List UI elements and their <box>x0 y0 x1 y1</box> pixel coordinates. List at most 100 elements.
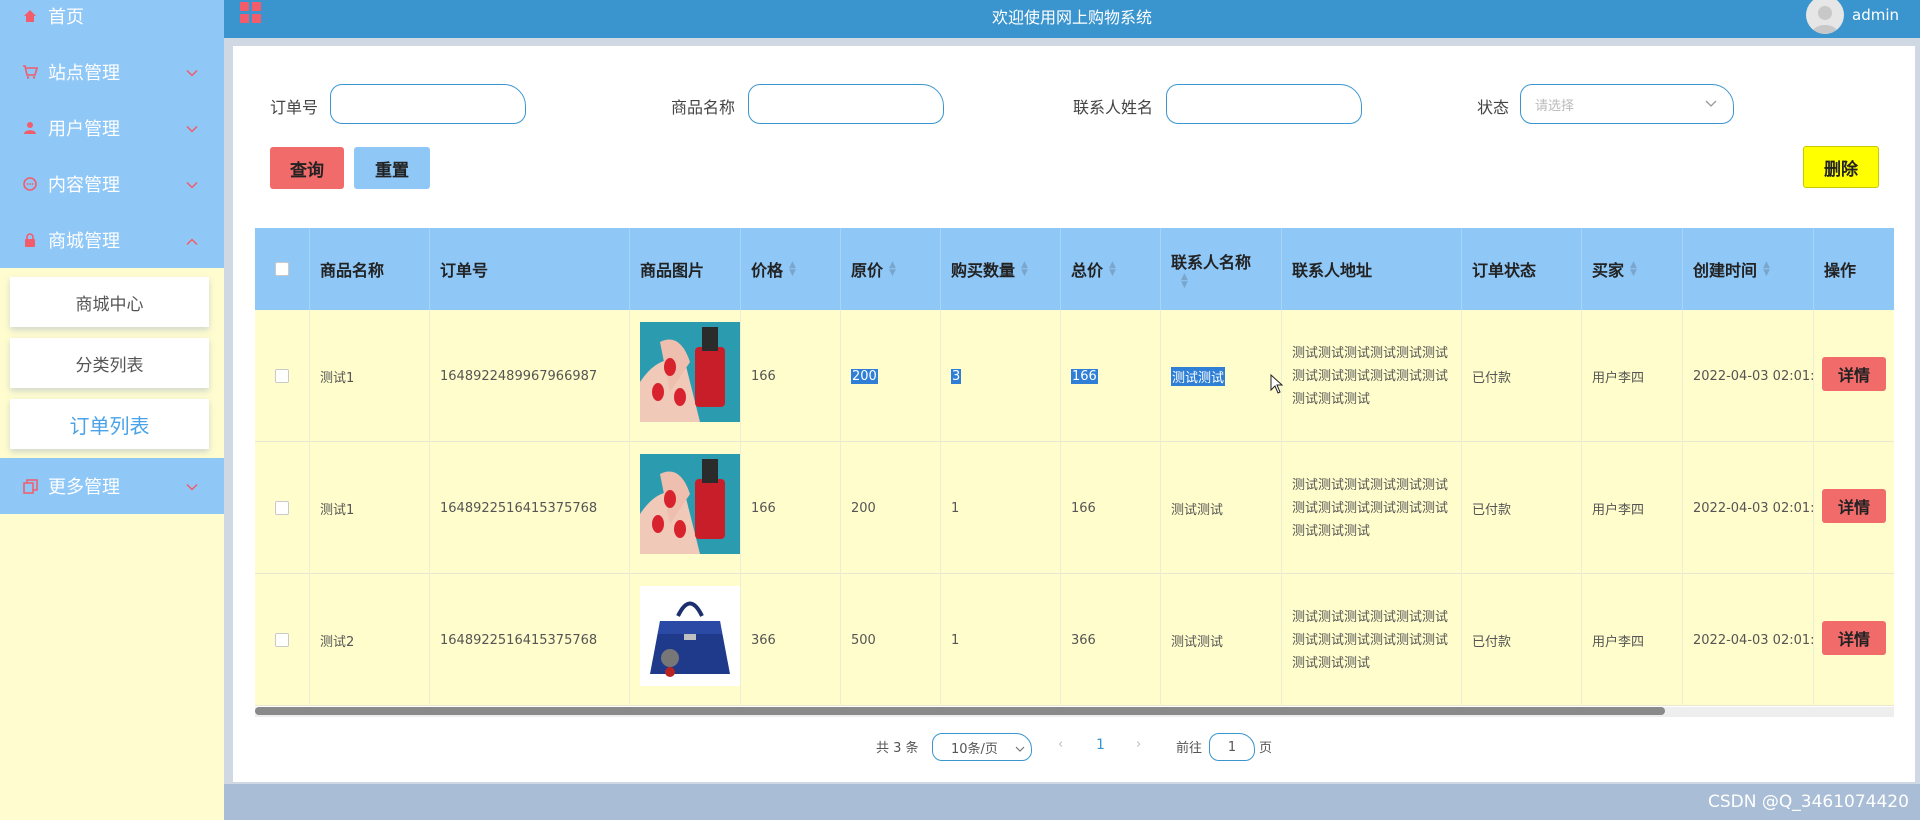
row-select-cell <box>255 310 310 442</box>
select-all-cell <box>255 228 310 310</box>
table-row: 测试1 1648922516415375768 166 200 1 166 测试… <box>255 442 1894 574</box>
chevron-down-icon <box>1705 97 1717 112</box>
col-orig-price[interactable]: 原价 ▲ ▼ <box>841 228 941 310</box>
cell-total: 366 <box>1061 574 1161 706</box>
table-row: 测试1 1648922489967966987 166 200 3 166 测试… <box>255 310 1894 442</box>
sort-icon[interactable]: ▲ ▼ <box>789 261 796 278</box>
top-header: 欢迎使用网上购物系统 admin <box>224 0 1920 38</box>
product-image-handbag[interactable] <box>640 586 740 686</box>
col-orig-price-label: 原价 <box>851 261 884 280</box>
status-label: 状态 <box>1477 98 1510 117</box>
chevron-down-icon <box>186 174 198 195</box>
cell-total: 166 <box>1061 310 1161 442</box>
cell-contact: 测试测试 <box>1161 442 1282 574</box>
sidebar-item-label: 用户管理 <box>48 119 120 140</box>
col-created[interactable]: 创建时间 ▲ ▼ <box>1683 228 1814 310</box>
cell-status: 已付款 <box>1462 574 1582 706</box>
row-checkbox[interactable] <box>275 369 289 383</box>
query-button[interactable]: 查询 <box>270 147 344 189</box>
chevron-down-icon <box>186 118 198 139</box>
copy-icon <box>22 478 38 494</box>
detail-button[interactable]: 详情 <box>1822 357 1886 391</box>
cell-image <box>630 574 741 706</box>
product-image-nail-polish[interactable] <box>640 322 740 422</box>
cell-image <box>630 442 741 574</box>
cell-qty: 1 <box>941 574 1061 706</box>
sidebar-subitem-category-list[interactable]: 分类列表 <box>10 338 209 388</box>
cell-order-no: 1648922516415375768 <box>430 442 630 574</box>
row-checkbox[interactable] <box>275 501 289 515</box>
cell-address: 测试测试测试测试测试测试测试测试测试测试测试测试测试测试测试 <box>1282 574 1462 706</box>
sidebar-item-home[interactable]: 首页 <box>0 0 224 44</box>
sidebar-item-label: 站点管理 <box>48 63 120 84</box>
sidebar-item-users[interactable]: 用户管理 <box>0 100 224 156</box>
sidebar-item-content[interactable]: 内容管理 <box>0 156 224 212</box>
order-no-input[interactable] <box>330 84 526 124</box>
contact-name-label: 联系人姓名 <box>1073 98 1154 117</box>
col-contact[interactable]: 联系人名称 ▲ ▼ <box>1161 228 1282 310</box>
cell-total: 166 <box>1061 442 1161 574</box>
col-price[interactable]: 价格 ▲ ▼ <box>741 228 841 310</box>
sort-icon[interactable]: ▲ ▼ <box>1763 261 1770 278</box>
avatar[interactable] <box>1806 0 1844 34</box>
cell-orig-price: 200 <box>841 310 941 442</box>
detail-button[interactable]: 详情 <box>1822 489 1886 523</box>
prev-page-icon[interactable]: ‹ <box>1058 737 1063 752</box>
watermark: CSDN @Q_3461074420 <box>1708 792 1909 812</box>
sidebar-subitem-mall-center[interactable]: 商城中心 <box>10 277 209 327</box>
page-number-current[interactable]: 1 <box>1096 737 1105 753</box>
cell-product-name: 测试1 <box>310 442 430 574</box>
sidebar-item-label: 内容管理 <box>48 175 120 196</box>
contact-name-input[interactable] <box>1166 84 1362 124</box>
goto-page-input[interactable]: 1 <box>1209 733 1255 761</box>
row-select-cell <box>255 574 310 706</box>
col-buyer[interactable]: 买家 ▲ ▼ <box>1582 228 1683 310</box>
col-product-name: 商品名称 <box>310 228 430 310</box>
cell-order-no: 1648922489967966987 <box>430 310 630 442</box>
cell-qty: 1 <box>941 442 1061 574</box>
page-size-select[interactable]: 10条/页 <box>932 733 1032 761</box>
sidebar: 首页 站点管理 用户管理 内容管理 商城管理 商城中心 分类列表 订单列表 更多… <box>0 0 224 820</box>
sort-icon[interactable]: ▲ ▼ <box>1181 273 1188 290</box>
status-select-placeholder: 请选择 <box>1535 98 1575 114</box>
sidebar-item-label: 首页 <box>48 7 84 28</box>
product-image-nail-polish[interactable] <box>640 454 740 554</box>
sidebar-item-label: 商城管理 <box>48 231 120 252</box>
col-ops: 操作 <box>1824 261 1857 280</box>
reset-button[interactable]: 重置 <box>354 147 430 189</box>
table-header: 商品名称 订单号 商品图片 价格 ▲ ▼ 原价 ▲ ▼ 购买数量 ▲ ▼ 总价 ▲ ▼ 联系人名… <box>255 228 1894 310</box>
sidebar-item-more[interactable]: 更多管理 <box>0 458 224 514</box>
col-image: 商品图片 <box>630 228 741 310</box>
delete-button[interactable]: 删除 <box>1803 146 1879 188</box>
cell-buyer: 用户李四 <box>1582 310 1683 442</box>
sidebar-item-mall[interactable]: 商城管理 <box>0 212 224 268</box>
next-page-icon[interactable]: › <box>1136 737 1141 752</box>
chat-icon <box>22 176 38 192</box>
selected-text: 166 <box>1071 368 1098 384</box>
col-qty[interactable]: 购买数量 ▲ ▼ <box>941 228 1061 310</box>
sort-icon[interactable]: ▲ ▼ <box>889 261 896 278</box>
select-all-checkbox[interactable] <box>275 262 289 276</box>
sidebar-subitem-order-list[interactable]: 订单列表 <box>10 399 209 449</box>
detail-button[interactable]: 详情 <box>1822 621 1886 655</box>
sort-icon[interactable]: ▲ ▼ <box>1021 261 1028 278</box>
table-row: 测试2 1648922516415375768 366 500 1 366 测试… <box>255 574 1894 706</box>
row-checkbox[interactable] <box>275 633 289 647</box>
cell-ops: 详情 <box>1814 310 1894 442</box>
sort-icon[interactable]: ▲ ▼ <box>1109 261 1116 278</box>
horizontal-scrollbar[interactable] <box>255 707 1894 717</box>
col-total[interactable]: 总价 ▲ ▼ <box>1061 228 1161 310</box>
product-name-input[interactable] <box>748 84 944 124</box>
sort-icon[interactable]: ▲ ▼ <box>1630 261 1637 278</box>
cart-icon <box>22 64 38 80</box>
home-icon <box>22 8 38 24</box>
username[interactable]: admin <box>1852 6 1899 24</box>
goto-label: 前往 <box>1176 741 1203 756</box>
col-address: 联系人地址 <box>1282 228 1462 310</box>
cell-contact: 测试测试 <box>1161 310 1282 442</box>
mouse-cursor-icon <box>1270 374 1284 394</box>
sidebar-item-site[interactable]: 站点管理 <box>0 44 224 100</box>
status-select[interactable]: 请选择 <box>1520 84 1734 124</box>
order-no-label: 订单号 <box>270 98 319 117</box>
scrollbar-thumb[interactable] <box>255 707 1665 715</box>
